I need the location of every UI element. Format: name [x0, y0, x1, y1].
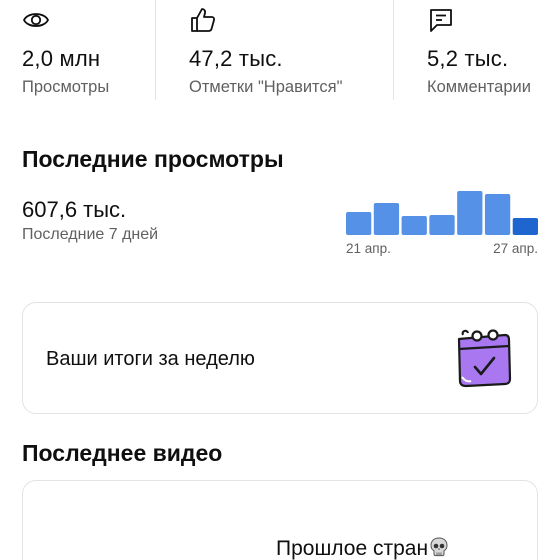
latest-video-title: Последнее видео — [22, 440, 223, 466]
weekly-summary-label: Ваши итоги за неделю — [46, 348, 255, 370]
chart-bar — [373, 203, 400, 235]
eye-icon — [22, 6, 50, 34]
recent-views-value: 607,6 тыс. — [22, 197, 127, 222]
stats-row: 2,0 млн Просмотры 47,2 тыс. Отметки "Нра… — [0, 0, 560, 100]
divider — [155, 0, 156, 100]
divider — [393, 0, 394, 100]
views-label: Просмотры — [22, 78, 110, 96]
latest-video-card[interactable]: Прошлое стран — [22, 480, 538, 560]
chart-bar — [484, 194, 511, 235]
chart-bar — [429, 215, 455, 235]
views-mini-chart[interactable]: 21 апр. 27 апр. — [346, 182, 538, 262]
latest-video-name: Прошлое стран — [276, 536, 450, 560]
chart-bar — [401, 216, 427, 235]
likes-value: 47,2 тыс. — [189, 46, 283, 71]
recent-views-period: Последние 7 дней — [22, 226, 159, 243]
comments-value: 5,2 тыс. — [427, 46, 509, 71]
recent-views-title: Последние просмотры — [22, 146, 284, 172]
calendar-check-icon — [453, 329, 515, 389]
weekly-summary-card[interactable]: Ваши итоги за неделю — [22, 302, 538, 414]
views-value: 2,0 млн — [22, 46, 101, 71]
latest-video-name-text: Прошлое стран — [276, 537, 429, 560]
comments-label: Комментарии — [427, 78, 531, 96]
skull-emoji-icon — [428, 536, 450, 558]
chart-bar — [346, 212, 372, 235]
likes-label: Отметки "Нравится" — [189, 78, 343, 96]
chart-tick-first: 21 апр. — [346, 241, 391, 256]
chart-tick-last: 27 апр. — [493, 241, 538, 256]
thumbs-up-icon — [189, 6, 217, 34]
comment-icon — [427, 6, 455, 34]
chart-bar — [457, 191, 483, 235]
chart-bar — [512, 218, 538, 235]
